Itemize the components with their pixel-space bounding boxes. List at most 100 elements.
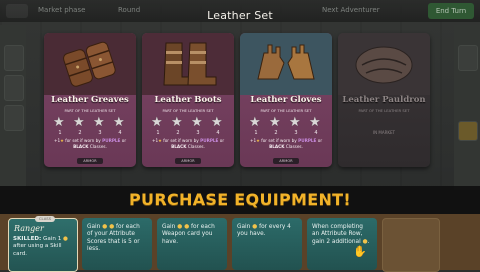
- star-icon: ★: [93, 115, 105, 130]
- bonus-text-part: Gain: [162, 224, 178, 230]
- tier-number: 1: [254, 130, 258, 136]
- leather-boots-art: [142, 33, 234, 95]
- class-pill: CLASS: [35, 216, 55, 222]
- star-icon: ★: [269, 115, 281, 130]
- star-icon: ★: [171, 115, 183, 130]
- bonus-text: When completing an Attribute Row, gain 2…: [312, 224, 372, 246]
- bonus-card[interactable]: Gain ● ● for each of your Attribute Scor…: [82, 218, 152, 270]
- tier-number: 2: [274, 130, 278, 136]
- desc-text: or: [120, 138, 127, 143]
- card-subtitle: PART OF THE LEATHER SET: [358, 108, 410, 113]
- hand-icon[interactable]: ✋: [353, 245, 367, 258]
- coin-icon: ● ●: [102, 224, 115, 230]
- bonus-text-part: When completing an Attribute Row, gain 2…: [312, 224, 363, 245]
- desc-text: or: [218, 138, 225, 143]
- bonus-text: Gain ● for every 4 you have.: [237, 224, 297, 239]
- side-card[interactable]: [458, 45, 478, 71]
- purple-class: PURPLE: [102, 138, 121, 143]
- coin-icon: ●: [63, 236, 68, 242]
- desc-text: for set if worn by: [161, 138, 201, 143]
- tier-numbers: 1 2 3 4: [53, 130, 127, 136]
- bonus-text-part: Gain: [87, 224, 103, 230]
- tier-number: 1: [156, 130, 160, 136]
- tier-numbers: 1 2 3 4: [249, 130, 323, 136]
- bonus-text-part: Gain: [237, 224, 253, 230]
- star-icon: ★: [309, 115, 321, 130]
- in-market-label: IN MARKET: [372, 130, 395, 135]
- star-icon: ★: [151, 115, 163, 130]
- desc-text: Classes.: [88, 143, 107, 149]
- equipment-card-leather-greaves[interactable]: Leather Greaves PART OF THE LEATHER SET …: [44, 33, 136, 167]
- tier-number: 1: [58, 130, 62, 136]
- equipment-card-leather-pauldron[interactable]: Leather Pauldron PART OF THE LEATHER SET…: [338, 33, 430, 167]
- desc-text: for set if worn by: [259, 138, 299, 143]
- bonus-text: Gain ● ● for each of your Attribute Scor…: [87, 224, 147, 254]
- tier-number: 3: [98, 130, 102, 136]
- bonus-card[interactable]: Gain ● ● for each Weapon card you have.: [157, 218, 227, 270]
- armor-tag: ARMOR: [77, 158, 103, 164]
- card-name: Leather Pauldron: [342, 95, 426, 105]
- tier-number: 2: [176, 130, 180, 136]
- star-rating: ★ ★ ★ ★: [151, 115, 225, 130]
- desc-text: Classes.: [186, 143, 205, 149]
- tier-number: 2: [78, 130, 82, 136]
- bonus-text: Gain ● ● for each Weapon card you have.: [162, 224, 222, 246]
- tier-number: 4: [314, 130, 318, 136]
- class-name: Ranger: [14, 224, 44, 233]
- tier-numbers: 1 2 3 4: [151, 130, 225, 136]
- coin-icon: ● ●: [177, 224, 190, 230]
- class-card-ranger[interactable]: CLASS Ranger SKILLED: Gain 1 ● after usi…: [8, 216, 78, 272]
- coin-icon[interactable]: [458, 121, 478, 141]
- bonus-text-part: .: [367, 238, 370, 245]
- leather-greaves-art: [44, 33, 136, 95]
- class-ability-text: SKILLED: Gain 1 ● after using a Skill ca…: [13, 236, 75, 258]
- star-icon: ★: [211, 115, 223, 130]
- card-description: +1★ for set if worn by PURPLE or BLACK C…: [147, 138, 229, 149]
- tier-number: 4: [118, 130, 122, 136]
- purchase-equipment-banner: PURCHASE EQUIPMENT!: [129, 190, 351, 209]
- purple-class: PURPLE: [200, 138, 219, 143]
- black-class: BLACK: [171, 143, 187, 149]
- ability-keyword: SKILLED:: [13, 236, 42, 242]
- card-name: Leather Gloves: [250, 95, 322, 105]
- desc-text: or: [316, 138, 323, 143]
- armor-tag: ARMOR: [175, 158, 201, 164]
- card-description: +1★ for set if worn by PURPLE or BLACK C…: [49, 138, 131, 149]
- leather-pauldron-art: [338, 33, 430, 95]
- tier-number: 3: [294, 130, 298, 136]
- desc-text: Classes.: [284, 143, 303, 149]
- bonus-card[interactable]: Gain ● for every 4 you have.: [232, 218, 302, 270]
- ability-text: after using a Skill card.: [13, 243, 62, 257]
- black-class: BLACK: [73, 143, 89, 149]
- empty-card-slot[interactable]: [382, 218, 440, 272]
- card-subtitle: PART OF THE LEATHER SET: [64, 108, 116, 113]
- leather-gloves-art: [240, 33, 332, 95]
- card-subtitle: PART OF THE LEATHER SET: [162, 108, 214, 113]
- equipment-card-leather-boots[interactable]: Leather Boots PART OF THE LEATHER SET ★ …: [142, 33, 234, 167]
- star-icon: ★: [289, 115, 301, 130]
- card-subtitle: PART OF THE LEATHER SET: [260, 108, 312, 113]
- star-icon: ★: [53, 115, 65, 130]
- tier-number: 4: [216, 130, 220, 136]
- star-icon: ★: [249, 115, 261, 130]
- side-card[interactable]: [4, 45, 24, 71]
- star-rating: ★ ★ ★ ★: [249, 115, 323, 130]
- star-icon: ★: [73, 115, 85, 130]
- equipment-card-leather-gloves[interactable]: Leather Gloves PART OF THE LEATHER SET ★…: [240, 33, 332, 167]
- side-card[interactable]: [4, 75, 24, 101]
- card-name: Leather Greaves: [51, 95, 129, 105]
- card-description: +1★ for set if worn by PURPLE or BLACK C…: [245, 138, 327, 149]
- star-icon: ★: [113, 115, 125, 130]
- purple-class: PURPLE: [298, 138, 317, 143]
- star-icon: ★: [191, 115, 203, 130]
- set-title: Leather Set: [207, 9, 273, 22]
- star-rating: ★ ★ ★ ★: [53, 115, 127, 130]
- player-hand-area: CLASS Ranger SKILLED: Gain 1 ● after usi…: [0, 214, 480, 272]
- desc-text: for set if worn by: [63, 138, 103, 143]
- armor-tag: ARMOR: [273, 158, 299, 164]
- bonus-card[interactable]: When completing an Attribute Row, gain 2…: [307, 218, 377, 270]
- side-card[interactable]: [4, 105, 24, 131]
- ability-text: Gain 1: [41, 236, 64, 242]
- left-side-panel: [0, 25, 26, 190]
- tier-number: 3: [196, 130, 200, 136]
